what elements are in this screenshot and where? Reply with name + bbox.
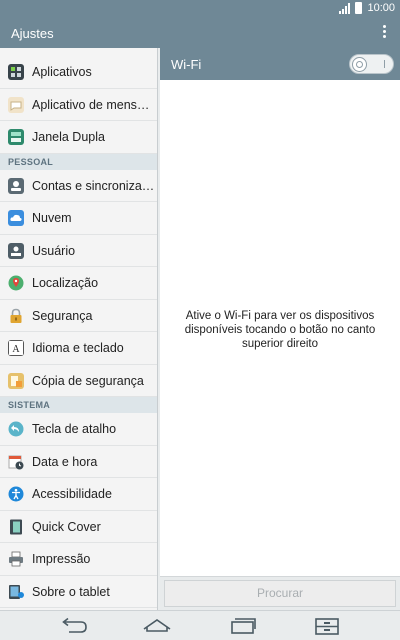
sidebar-item-location[interactable]: Localização bbox=[0, 267, 157, 300]
wifi-header: Wi-Fi bbox=[160, 48, 400, 80]
dual-window-nav-icon[interactable] bbox=[312, 616, 342, 636]
search-button[interactable]: Procurar bbox=[164, 580, 396, 607]
sidebar-item-accessibility[interactable]: Acessibilidade bbox=[0, 478, 157, 511]
sidebar-item-label: Nuvem bbox=[32, 211, 72, 225]
sidebar-item-label: Quick Cover bbox=[32, 519, 101, 534]
toggle-off-indicator bbox=[384, 60, 385, 68]
sidebar-item-security[interactable]: Segurança bbox=[0, 300, 157, 332]
tablet-info-icon bbox=[9, 584, 24, 599]
sidebar-item-backup[interactable]: Cópia de segurança bbox=[0, 365, 157, 397]
clock: 10:00 bbox=[367, 2, 395, 14]
sidebar-item-dual-window[interactable]: Janela Dupla bbox=[0, 121, 157, 154]
sidebar-item-label: Aplicativo de mensagens bbox=[32, 97, 156, 112]
section-header-sistema: SISTEMA bbox=[0, 397, 157, 413]
messaging-app-icon bbox=[8, 96, 24, 113]
status-bar: 10:00 bbox=[0, 0, 400, 18]
sidebar-item-accounts[interactable]: Contas e sincronização bbox=[0, 170, 157, 202]
wifi-detail-pane: Wi-Fi Ative o Wi-Fi para ver os disposit… bbox=[160, 48, 400, 610]
location-icon bbox=[8, 275, 24, 291]
recent-apps-icon[interactable] bbox=[227, 616, 257, 636]
sidebar-item-label: Contas e sincronização bbox=[32, 178, 156, 193]
language-keyboard-icon: A bbox=[8, 340, 24, 356]
sidebar-item-printing[interactable]: Impressão bbox=[0, 543, 157, 576]
shortcut-key-icon bbox=[8, 421, 24, 437]
sidebar-item-label: Sobre o tablet bbox=[32, 584, 110, 599]
toggle-knob bbox=[352, 57, 367, 72]
sidebar-item-user[interactable]: Usuário bbox=[0, 235, 157, 267]
lock-icon bbox=[10, 308, 22, 323]
home-icon[interactable] bbox=[142, 616, 172, 636]
signal-icon bbox=[339, 3, 350, 14]
sidebar-item-label: Cópia de segurança bbox=[32, 373, 144, 388]
back-icon[interactable] bbox=[59, 616, 89, 636]
cloud-icon bbox=[8, 210, 24, 226]
page-title: Ajustes bbox=[11, 26, 54, 41]
battery-icon bbox=[355, 2, 362, 14]
sidebar-item-label: Acessibilidade bbox=[32, 487, 112, 501]
settings-sidebar: Aplicativos Aplicativo de mensagens Jane… bbox=[0, 48, 158, 610]
accessibility-icon bbox=[8, 486, 24, 502]
sidebar-item-apps[interactable]: Aplicativos bbox=[0, 56, 157, 89]
svg-text:A: A bbox=[12, 344, 20, 355]
wifi-off-message: Ative o Wi-Fi para ver os dispositivos d… bbox=[184, 310, 376, 350]
sidebar-item-cloud[interactable]: Nuvem bbox=[0, 202, 157, 235]
section-header-pessoal: PESSOAL bbox=[0, 153, 157, 170]
sidebar-item-quick-cover[interactable]: Quick Cover bbox=[0, 511, 157, 543]
sidebar-item-shortcut-key[interactable]: Tecla de atalho bbox=[0, 413, 157, 446]
wifi-toggle[interactable] bbox=[349, 54, 394, 74]
user-icon bbox=[8, 242, 24, 259]
overflow-menu-icon[interactable] bbox=[383, 25, 387, 41]
sidebar-item-label: Impressão bbox=[32, 552, 91, 566]
navigation-bar bbox=[0, 610, 400, 640]
backup-icon bbox=[8, 372, 24, 389]
calendar-clock-icon bbox=[8, 455, 24, 469]
sidebar-item-label: Aplicativos bbox=[32, 65, 92, 79]
accounts-sync-icon bbox=[8, 177, 24, 194]
wifi-title: Wi-Fi bbox=[171, 57, 202, 72]
sidebar-item-label: Idioma e teclado bbox=[32, 341, 124, 355]
sidebar-item-label: Usuário bbox=[32, 243, 76, 258]
app-bar: Ajustes bbox=[0, 18, 400, 48]
sidebar-item-language[interactable]: A Idioma e teclado bbox=[0, 332, 157, 365]
apps-icon bbox=[8, 64, 24, 80]
sidebar-item-label: Tecla de atalho bbox=[32, 422, 117, 436]
sidebar-item-date-time[interactable]: Data e hora bbox=[0, 446, 157, 478]
sidebar-item-label: Janela Dupla bbox=[32, 130, 105, 144]
sidebar-item-label: Localização bbox=[32, 276, 99, 290]
dual-window-icon bbox=[8, 129, 24, 145]
printer-icon bbox=[9, 551, 23, 567]
quick-cover-icon bbox=[10, 519, 22, 534]
sidebar-item-about-tablet[interactable]: Sobre o tablet bbox=[0, 576, 157, 608]
wifi-footer: Procurar bbox=[160, 576, 400, 610]
sidebar-item-label: Segurança bbox=[32, 308, 93, 323]
sidebar-item-messaging[interactable]: Aplicativo de mensagens bbox=[0, 89, 157, 121]
sidebar-item-label: Data e hora bbox=[32, 454, 98, 469]
